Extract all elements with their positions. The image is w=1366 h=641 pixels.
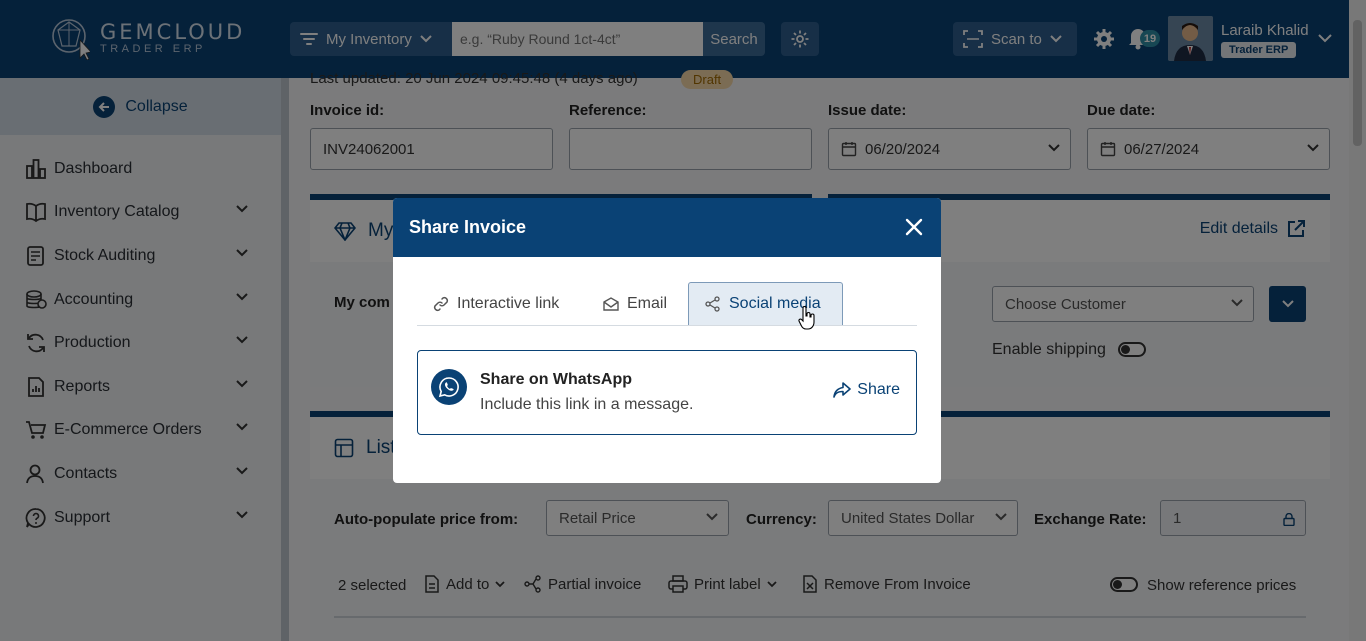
whatsapp-title: Share on WhatsApp: [480, 371, 633, 388]
tab-label: Email: [627, 294, 668, 312]
modal-title: Share Invoice: [409, 217, 527, 237]
share-invoice-modal: Share Invoice Interactive link Email Soc…: [393, 198, 941, 483]
tab-label: Interactive link: [457, 294, 560, 312]
tab-social-media[interactable]: Social media: [688, 282, 843, 325]
modal-header: Share Invoice: [393, 198, 941, 257]
link-icon: [433, 296, 449, 311]
tab-interactive-link[interactable]: Interactive link: [417, 282, 575, 325]
close-icon[interactable]: [905, 218, 923, 236]
whatsapp-icon: [431, 369, 467, 405]
tab-email[interactable]: Email: [587, 282, 683, 325]
share-nodes-icon: [705, 296, 720, 312]
share-label: Share: [857, 381, 900, 398]
hand-cursor-icon: [798, 306, 815, 330]
share-tabs: Interactive link Email Social media: [417, 282, 917, 326]
envelope-icon: [603, 296, 619, 311]
whatsapp-description: Include this link in a message.: [480, 396, 694, 413]
whatsapp-share-button[interactable]: Share: [833, 381, 900, 399]
whatsapp-share-card: Share on WhatsApp Include this link in a…: [417, 350, 917, 435]
share-arrow-icon: [833, 382, 852, 398]
